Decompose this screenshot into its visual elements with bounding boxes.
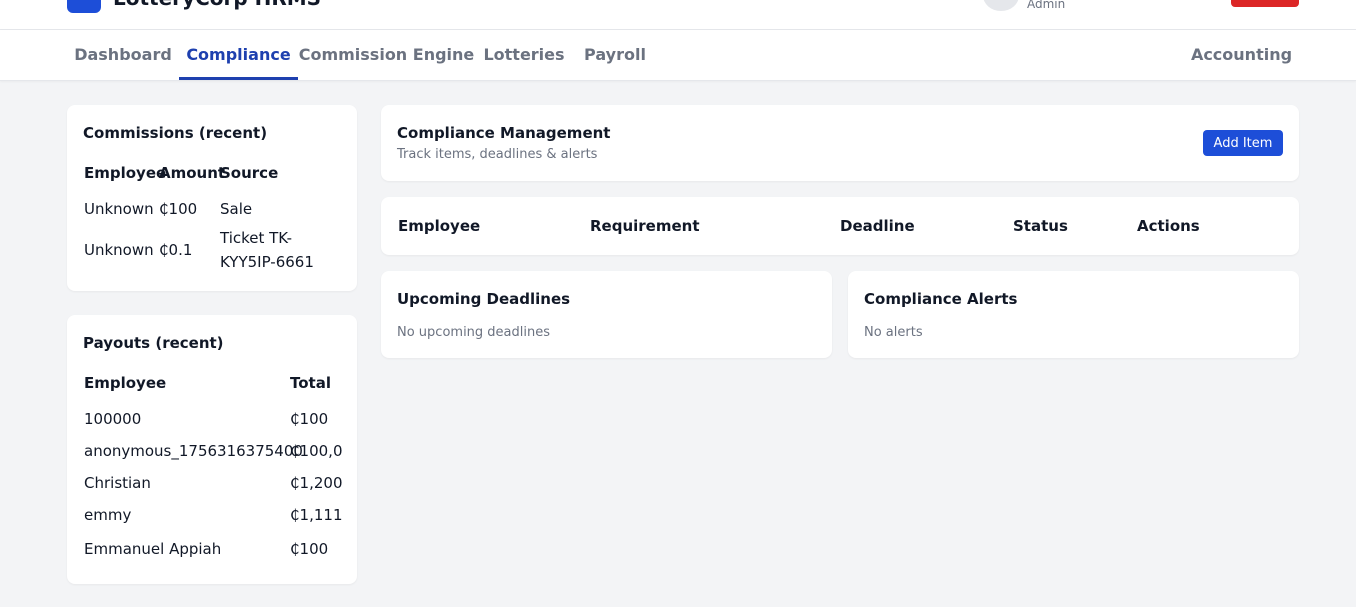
app-logo-icon bbox=[67, 0, 101, 13]
commission-source-continued: KYY5IP-6661 bbox=[220, 253, 314, 271]
top-header: LotteryCorp HRMS Admin bbox=[0, 0, 1356, 30]
payout-total: ₵1,200 bbox=[290, 474, 343, 492]
main-nav: Dashboard Compliance Commission Engine L… bbox=[0, 30, 1356, 81]
tab-dashboard[interactable]: Dashboard bbox=[67, 30, 179, 80]
upcoming-deadlines-card: Upcoming Deadlines No upcoming deadlines bbox=[381, 271, 832, 358]
commission-amount: ₵100 bbox=[159, 200, 198, 218]
col-employee: Employee bbox=[398, 217, 481, 235]
commission-employee: Unknown bbox=[84, 200, 154, 218]
commissions-title: Commissions (recent) bbox=[83, 124, 268, 142]
tab-commission-engine[interactable]: Commission Engine bbox=[298, 30, 475, 80]
commissions-card: Commissions (recent) Employee Amount Sou… bbox=[67, 105, 357, 291]
commission-amount: ₵0.1 bbox=[159, 241, 193, 259]
tab-payroll[interactable]: Payroll bbox=[573, 30, 657, 80]
compliance-table: Employee Requirement Deadline Status Act… bbox=[381, 197, 1299, 255]
compliance-title: Compliance Management bbox=[397, 124, 611, 142]
app-title: LotteryCorp HRMS bbox=[113, 0, 321, 10]
payout-employee: emmy bbox=[84, 506, 132, 524]
col-total: Total bbox=[290, 374, 331, 392]
commission-source: Ticket TK- bbox=[220, 229, 292, 247]
payout-total: ₵100 bbox=[290, 540, 329, 558]
avatar[interactable] bbox=[983, 0, 1019, 11]
col-deadline: Deadline bbox=[840, 217, 915, 235]
tab-lotteries[interactable]: Lotteries bbox=[475, 30, 573, 80]
payouts-title: Payouts (recent) bbox=[83, 334, 224, 352]
col-status: Status bbox=[1013, 217, 1068, 235]
tab-accounting[interactable]: Accounting bbox=[1184, 30, 1299, 80]
payout-employee: anonymous_1756316375400 bbox=[84, 442, 303, 460]
col-requirement: Requirement bbox=[590, 217, 700, 235]
compliance-alerts-empty: No alerts bbox=[864, 325, 923, 340]
compliance-alerts-title: Compliance Alerts bbox=[864, 290, 1018, 308]
compliance-alerts-card: Compliance Alerts No alerts bbox=[848, 271, 1299, 358]
compliance-subtitle: Track items, deadlines & alerts bbox=[397, 147, 598, 162]
col-actions: Actions bbox=[1137, 217, 1200, 235]
payout-total: ₵100 bbox=[290, 410, 329, 428]
upcoming-deadlines-title: Upcoming Deadlines bbox=[397, 290, 571, 308]
commission-source: Sale bbox=[220, 200, 253, 218]
user-role: Admin bbox=[1027, 0, 1066, 11]
col-employee: Employee bbox=[84, 164, 167, 182]
commission-employee: Unknown bbox=[84, 241, 154, 259]
compliance-header-card: Compliance Management Track items, deadl… bbox=[381, 105, 1299, 181]
col-employee: Employee bbox=[84, 374, 167, 392]
payout-total: ₵100,0 bbox=[290, 442, 343, 460]
col-source: Source bbox=[220, 164, 279, 182]
upcoming-deadlines-empty: No upcoming deadlines bbox=[397, 325, 551, 340]
logout-button[interactable] bbox=[1231, 0, 1299, 7]
col-amount: Amount bbox=[159, 164, 226, 182]
payout-employee: Emmanuel Appiah bbox=[84, 540, 222, 558]
payout-employee: 100000 bbox=[84, 410, 142, 428]
add-item-button[interactable]: Add Item bbox=[1203, 130, 1283, 156]
payout-employee: Christian bbox=[84, 474, 151, 492]
payout-total: ₵1,111 bbox=[290, 506, 343, 524]
tab-compliance[interactable]: Compliance bbox=[179, 30, 298, 80]
payouts-card: Payouts (recent) Employee Total 100000 ₵… bbox=[67, 315, 357, 584]
